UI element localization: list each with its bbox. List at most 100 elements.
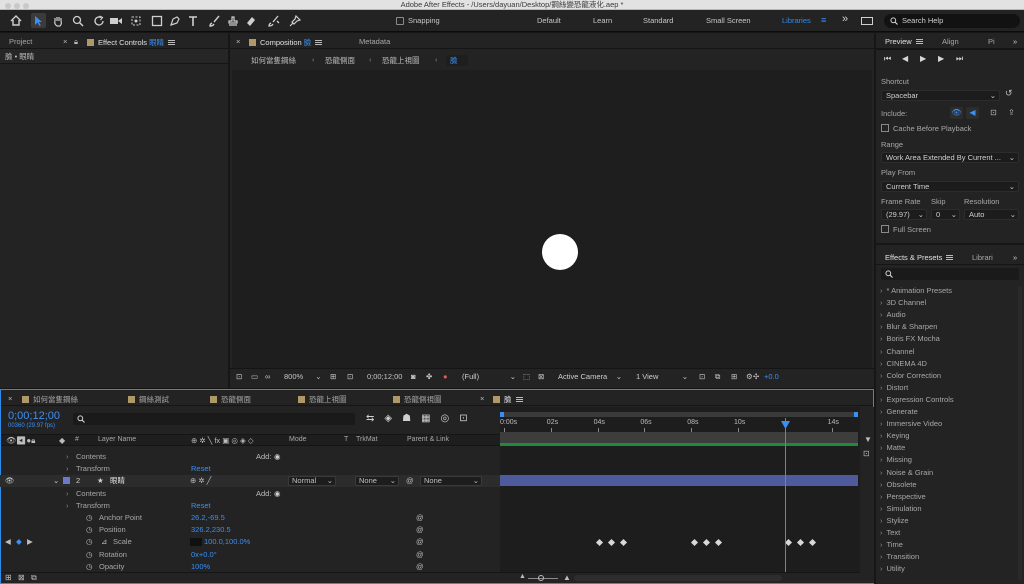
effect-category-item[interactable]: Perspective bbox=[880, 492, 926, 501]
preview-resolution-select[interactable]: Auto ⌄ bbox=[964, 209, 1019, 220]
zoom-in-icon[interactable]: ▲ bbox=[563, 573, 571, 582]
effect-category-item[interactable]: Time bbox=[880, 540, 903, 549]
play-icon[interactable]: ▶︎ bbox=[920, 54, 930, 63]
skip-select[interactable]: 0 ⌄ bbox=[931, 209, 960, 220]
effect-category-item[interactable]: CINEMA 4D bbox=[880, 359, 927, 368]
effect-category-item[interactable]: Simulation bbox=[880, 504, 922, 513]
property-row[interactable]: ◷ Opacity 100% @ bbox=[0, 561, 500, 573]
view-layout-select[interactable]: 1 View ⌄ bbox=[632, 372, 690, 383]
breadcrumb-item[interactable]: 恐龍側面 bbox=[325, 55, 355, 66]
tab-effect-controls[interactable]: Effect Controls 眼睛 bbox=[87, 37, 176, 48]
more-tabs-chevron-icon[interactable]: » bbox=[1013, 253, 1017, 262]
property-row[interactable]: › Contents Add: ◉ bbox=[0, 488, 500, 500]
breadcrumb-item-current[interactable]: 臉 bbox=[446, 55, 468, 66]
zoom-tool-icon[interactable] bbox=[70, 13, 85, 28]
effect-category-item[interactable]: Generate bbox=[880, 407, 918, 416]
include-audio-icon[interactable]: ◀︎ bbox=[966, 107, 979, 119]
play-from-select[interactable]: Current Time ⌄ bbox=[881, 181, 1019, 192]
timeline-timecode[interactable]: 0;00;12;00 bbox=[8, 410, 60, 422]
layer-label-color[interactable] bbox=[63, 477, 70, 485]
property-row[interactable]: › Transform Reset bbox=[0, 500, 500, 512]
previous-frame-icon[interactable]: ◀︎ bbox=[902, 54, 912, 63]
blend-mode-select[interactable]: Normal ⌄ bbox=[288, 476, 336, 487]
tab-project[interactable]: Project bbox=[9, 37, 32, 46]
graph-editor-icon[interactable]: ⊡ bbox=[459, 413, 477, 424]
property-row[interactable]: ◷ Scale 100.0,100.0% @ ◀︎ ◆ ▶︎ ⊿ bbox=[0, 536, 500, 548]
lock-icon[interactable]: 🔒︎ bbox=[74, 37, 78, 47]
include-video-icon[interactable]: 👁︎ bbox=[950, 107, 963, 119]
workspace-standard[interactable]: Standard bbox=[643, 16, 673, 25]
eraser-tool-icon[interactable] bbox=[243, 13, 258, 28]
effect-category-item[interactable]: Obsolete bbox=[880, 480, 917, 489]
last-frame-icon[interactable]: ⏭︎ bbox=[956, 54, 967, 64]
comp-panel-menu-icon[interactable] bbox=[315, 40, 323, 45]
zoom-level-select[interactable]: 800% ⌄ bbox=[284, 368, 322, 386]
pickwhip-icon[interactable]: @ bbox=[406, 475, 414, 487]
reset-preview-icon[interactable]: ↺ bbox=[1005, 88, 1013, 99]
include-layer-controls-icon[interactable]: ⇪ bbox=[1005, 107, 1018, 119]
timeline-tab[interactable]: 恐龍上視圖 bbox=[298, 394, 347, 405]
comp-button-icon[interactable]: ▼ bbox=[864, 435, 872, 444]
snapping-checkbox[interactable] bbox=[396, 17, 404, 25]
cache-before-playback-checkbox[interactable] bbox=[881, 124, 889, 132]
parent-header[interactable]: Parent & Link bbox=[407, 436, 449, 443]
timeline-sync-icon[interactable]: ⊞ bbox=[731, 368, 737, 386]
layer-name-header[interactable]: Layer Name bbox=[98, 436, 136, 443]
close-timeline-tab-icon[interactable]: × bbox=[8, 394, 12, 403]
tab-align[interactable]: Align bbox=[942, 37, 959, 46]
home-icon[interactable] bbox=[8, 13, 23, 28]
show-snapshot-icon[interactable]: ✤ bbox=[426, 368, 432, 386]
draft-3d-icon[interactable]: ◈ bbox=[384, 413, 402, 424]
workspace-learn[interactable]: Learn bbox=[593, 16, 612, 25]
roto-brush-tool-icon[interactable] bbox=[266, 13, 281, 28]
trkmat-header[interactable]: TrkMat bbox=[356, 436, 378, 443]
property-pickwhip-icon[interactable]: @ bbox=[416, 524, 424, 536]
workspace-libraries[interactable]: Libraries bbox=[782, 16, 811, 25]
reset-exposure-icon[interactable]: ✣ bbox=[753, 368, 759, 386]
stopwatch-icon[interactable]: ◷ bbox=[86, 524, 93, 536]
work-area-bar[interactable] bbox=[500, 432, 858, 443]
effect-category-item[interactable]: Audio bbox=[880, 310, 906, 319]
parent-select[interactable]: None ⌄ bbox=[420, 476, 482, 487]
property-row[interactable]: ◷ Position 326.2,230.5 @ bbox=[0, 524, 500, 536]
property-pickwhip-icon[interactable]: @ bbox=[416, 561, 424, 573]
effect-category-item[interactable]: Transition bbox=[880, 552, 920, 561]
include-overlays-icon[interactable]: ⊡ bbox=[987, 107, 1000, 119]
breadcrumb-item[interactable]: 恐龍上視圖 bbox=[382, 55, 420, 66]
close-comp-tab-icon[interactable]: × bbox=[236, 37, 240, 46]
fit-region-icon[interactable]: ⊞ bbox=[330, 368, 336, 386]
layer-name[interactable]: 眼睛 bbox=[110, 475, 125, 487]
trkmat-select[interactable]: None ⌄ bbox=[355, 476, 399, 487]
breadcrumb-item[interactable]: 如何當隻鋼絲 bbox=[251, 55, 296, 66]
hand-tool-icon[interactable] bbox=[50, 13, 65, 28]
property-row[interactable]: ◷ Anchor Point 26.2,-69.5 @ bbox=[0, 512, 500, 524]
always-preview-icon[interactable]: ⊡ bbox=[236, 368, 242, 386]
effect-category-item[interactable]: Stylize bbox=[880, 516, 909, 525]
exposure-value[interactable]: +0.0 bbox=[764, 368, 779, 386]
timeline-tab[interactable]: 鋼絲測試 bbox=[128, 394, 169, 405]
layer-row[interactable]: 👁︎ ⌄ 2 ★ 眼睛 ⊕ ✲ ╱ Normal ⌄ None ⌄ @ None ⌄ bbox=[0, 475, 500, 488]
effect-category-item[interactable]: Keying bbox=[880, 431, 910, 440]
composition-viewer[interactable] bbox=[232, 70, 872, 368]
more-workspaces-chevron-icon[interactable]: » bbox=[842, 13, 848, 25]
eye-shape-layer[interactable] bbox=[542, 234, 578, 270]
timeline-zoom-icon[interactable]: ⊡ bbox=[863, 449, 870, 458]
rotation-tool-icon[interactable] bbox=[91, 13, 106, 28]
property-pickwhip-icon[interactable]: @ bbox=[416, 536, 424, 548]
timeline-tab-active[interactable]: 臉 bbox=[493, 394, 523, 405]
effect-category-item[interactable]: Missing bbox=[880, 455, 912, 464]
shortcut-select[interactable]: Spacebar ⌄ bbox=[881, 90, 1000, 101]
sync-settings-icon[interactable] bbox=[861, 17, 873, 25]
timeline-tab[interactable]: 恐龍側視圖 bbox=[393, 394, 442, 405]
flowchart-icon[interactable]: ⚙ bbox=[746, 368, 753, 386]
tab-metadata[interactable]: Metadata bbox=[359, 37, 390, 46]
effect-category-item[interactable]: Blur & Sharpen bbox=[880, 322, 938, 331]
effect-category-item[interactable]: Expression Controls bbox=[880, 395, 954, 404]
toggle-in-out-icon[interactable]: ⧉ bbox=[31, 573, 37, 583]
stopwatch-icon[interactable]: ◷ bbox=[86, 561, 93, 573]
add-menu-icon[interactable]: ◉ bbox=[274, 451, 281, 463]
toggle-transparency-icon[interactable]: ⊠ bbox=[538, 368, 544, 386]
vr-goggles-icon[interactable]: ∞ bbox=[265, 368, 270, 386]
previous-keyframe-icon[interactable]: ◀︎ bbox=[5, 536, 11, 548]
type-tool-icon[interactable] bbox=[185, 13, 200, 28]
